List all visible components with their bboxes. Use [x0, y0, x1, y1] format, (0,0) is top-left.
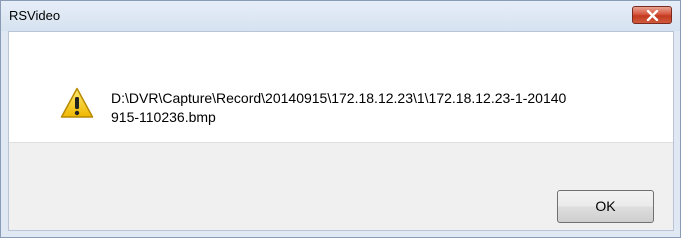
close-icon — [646, 10, 659, 21]
window-title: RSVideo — [9, 8, 61, 23]
dialog-window: RSVideo D:\DVR\Capture\Record\20140915\1… — [0, 0, 681, 238]
button-bar: OK — [9, 142, 673, 230]
message-text: D:\DVR\Capture\Record\20140915\172.18.12… — [111, 90, 567, 125]
ok-button[interactable]: OK — [557, 190, 654, 223]
warning-icon — [60, 87, 94, 118]
close-button[interactable] — [632, 6, 672, 24]
message-area: D:\DVR\Capture\Record\20140915\172.18.12… — [9, 32, 673, 142]
title-bar[interactable]: RSVideo — [1, 1, 680, 31]
dialog-client-area: D:\DVR\Capture\Record\20140915\172.18.12… — [8, 31, 674, 231]
